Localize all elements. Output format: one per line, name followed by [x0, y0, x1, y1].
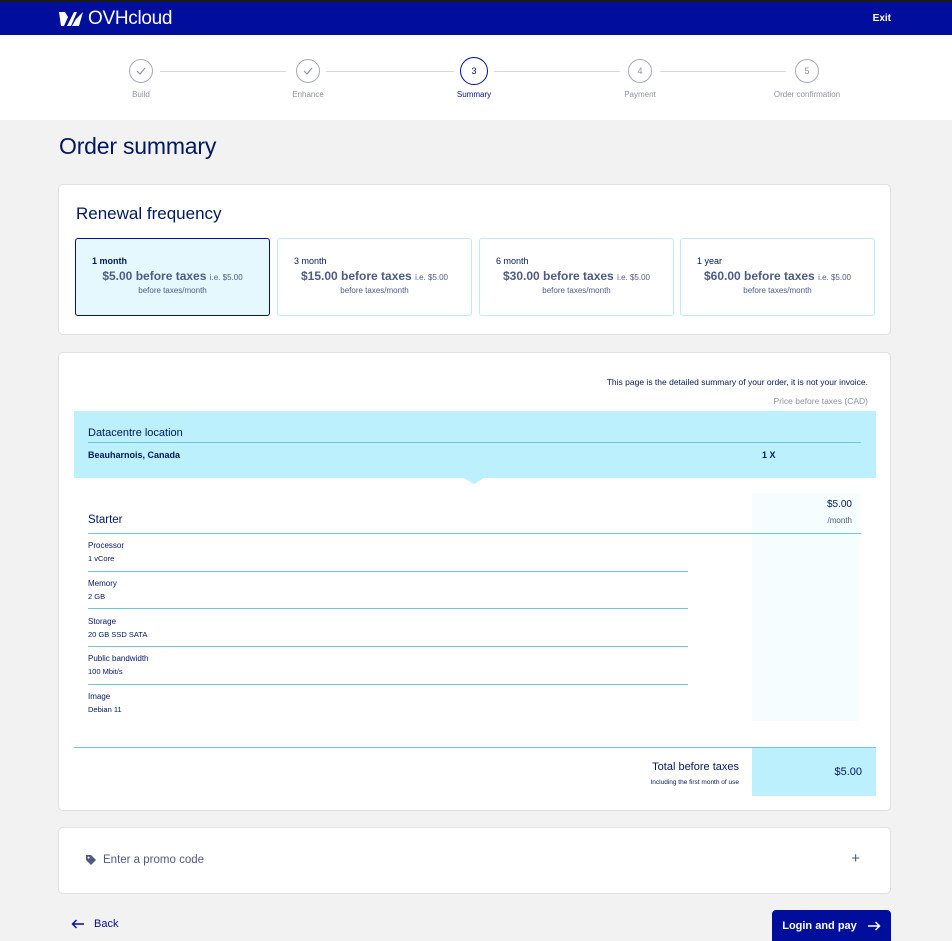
step-label: Build	[132, 90, 150, 99]
renewal-option-1-year[interactable]: 1 year $60.00 before taxes i.e. $5.00 be…	[680, 238, 875, 316]
option-per: before taxes/month	[542, 286, 611, 295]
top-bar: OVHcloud Exit	[0, 0, 952, 35]
option-price: $30.00 before taxes	[502, 269, 614, 283]
spec-value: 100 Mbit/s	[88, 667, 123, 676]
divider	[88, 608, 688, 609]
option-price: $60.00 before taxes	[703, 269, 815, 283]
promo-code-label: Enter a promo code	[103, 854, 205, 866]
quantity: 1 X	[762, 450, 776, 460]
renewal-title: Renewal frequency	[76, 204, 222, 223]
option-per: before taxes/month	[138, 286, 207, 295]
pay-label: Login and pay	[782, 919, 857, 932]
option-ie: i.e. $5.00	[617, 273, 650, 282]
expand-plus-icon[interactable]: +	[851, 850, 860, 867]
option-period: 6 month	[496, 256, 529, 266]
renewal-option-6-month[interactable]: 6 month $30.00 before taxes i.e. $5.00 b…	[479, 238, 674, 316]
brand-name: OVHcloud	[88, 8, 173, 29]
ovhcloud-logo[interactable]: OVHcloud	[57, 8, 173, 30]
option-ie: i.e. $5.00	[415, 273, 448, 282]
spec-storage: Storage 20 GB SSD SATA	[88, 617, 688, 639]
back-label: Back	[94, 918, 119, 930]
step-number: 3	[460, 57, 488, 85]
option-per: before taxes/month	[340, 286, 409, 295]
product-name: Starter	[88, 514, 123, 526]
spec-label: Processor	[88, 541, 125, 550]
page-title: Order summary	[59, 133, 217, 159]
order-details-card: This page is the detailed summary of you…	[58, 352, 891, 811]
option-price-line: $15.00 before taxes i.e. $5.00	[294, 269, 471, 283]
back-button[interactable]: Back	[71, 918, 118, 930]
step-payment: 4 Payment	[595, 59, 685, 99]
datacentre-section: Datacentre location Beauharnois, Canada …	[74, 411, 876, 478]
spec-value: 2 GB	[88, 592, 106, 601]
renewal-frequency-card: Renewal frequency 1 month $5.00 before t…	[58, 184, 891, 335]
price-currency-note: Price before taxes (CAD)	[773, 396, 868, 406]
spec-value: 20 GB SSD SATA	[88, 630, 148, 639]
divider	[88, 533, 861, 534]
spec-label: Memory	[88, 579, 117, 588]
arrow-left-icon	[71, 919, 84, 929]
step-build[interactable]: Build	[96, 59, 186, 99]
total-label: Total before taxes	[652, 761, 739, 773]
spec-memory: Memory 2 GB	[88, 579, 688, 601]
option-price: $5.00 before taxes	[102, 269, 207, 283]
divider	[88, 646, 688, 647]
spec-public-bandwidth: Public bandwidth 100 Mbit/s	[88, 654, 688, 676]
option-ie: i.e. $5.00	[209, 273, 243, 282]
ovhcloud-logo-icon	[59, 12, 83, 26]
product-period: /month	[827, 516, 852, 525]
step-number: 5	[795, 59, 819, 83]
step-label: Enhance	[292, 90, 324, 99]
spec-value: 1 vCore	[88, 554, 115, 563]
tag-icon	[86, 855, 96, 865]
spec-value: Debian 11	[88, 705, 122, 714]
datacentre-label: Datacentre location	[88, 427, 183, 439]
spec-image: Image Debian 11	[88, 692, 688, 714]
step-label: Order confirmation	[773, 90, 841, 99]
step-summary: 3 Summary	[429, 57, 519, 99]
step-label: Payment	[624, 90, 656, 99]
step-label: Summary	[456, 90, 492, 99]
option-price: $15.00 before taxes	[300, 269, 412, 283]
spec-label: Public bandwidth	[88, 654, 149, 663]
step-order-confirmation: 5 Order confirmation	[762, 59, 852, 99]
spec-processor: Processor 1 vCore	[88, 541, 688, 563]
arrow-right-icon	[867, 920, 881, 931]
renewal-option-1-month[interactable]: 1 month $5.00 before taxes i.e. $5.00 be…	[75, 238, 270, 316]
total-box: $5.00	[752, 748, 876, 796]
option-period: 1 year	[697, 256, 723, 266]
step-enhance[interactable]: Enhance	[263, 59, 353, 99]
option-per: before taxes/month	[743, 286, 812, 295]
product-price: $5.00	[826, 499, 852, 510]
divider	[88, 684, 688, 685]
order-stepper: Build Enhance 3 Summary 4 Payment 5 Orde…	[0, 35, 952, 120]
divider	[88, 442, 861, 443]
option-period: 3 month	[294, 256, 327, 266]
option-price-line: $30.00 before taxes i.e. $5.00	[496, 269, 673, 283]
total-subtext: Including the first month of use	[650, 779, 739, 786]
datacentre-value: Beauharnois, Canada	[88, 450, 181, 460]
exit-link[interactable]: Exit	[873, 13, 891, 24]
option-ie: i.e. $5.00	[818, 273, 851, 282]
total-value: $5.00	[834, 766, 862, 778]
price-column	[752, 493, 860, 721]
spec-label: Image	[88, 692, 111, 701]
step-number: 4	[628, 59, 652, 83]
check-icon	[129, 59, 153, 83]
spec-label: Storage	[88, 617, 117, 626]
divider	[88, 571, 688, 572]
section-pointer	[464, 478, 484, 484]
option-price-line: $60.00 before taxes i.e. $5.00	[697, 269, 874, 283]
invoice-note: This page is the detailed summary of you…	[606, 377, 868, 387]
option-price-line: $5.00 before taxes i.e. $5.00	[92, 269, 269, 283]
check-icon	[296, 59, 320, 83]
promo-code-card[interactable]: Enter a promo code +	[58, 827, 891, 894]
login-and-pay-button[interactable]: Login and pay	[772, 910, 891, 941]
option-period: 1 month	[92, 256, 127, 266]
renewal-option-3-month[interactable]: 3 month $15.00 before taxes i.e. $5.00 b…	[277, 238, 472, 316]
